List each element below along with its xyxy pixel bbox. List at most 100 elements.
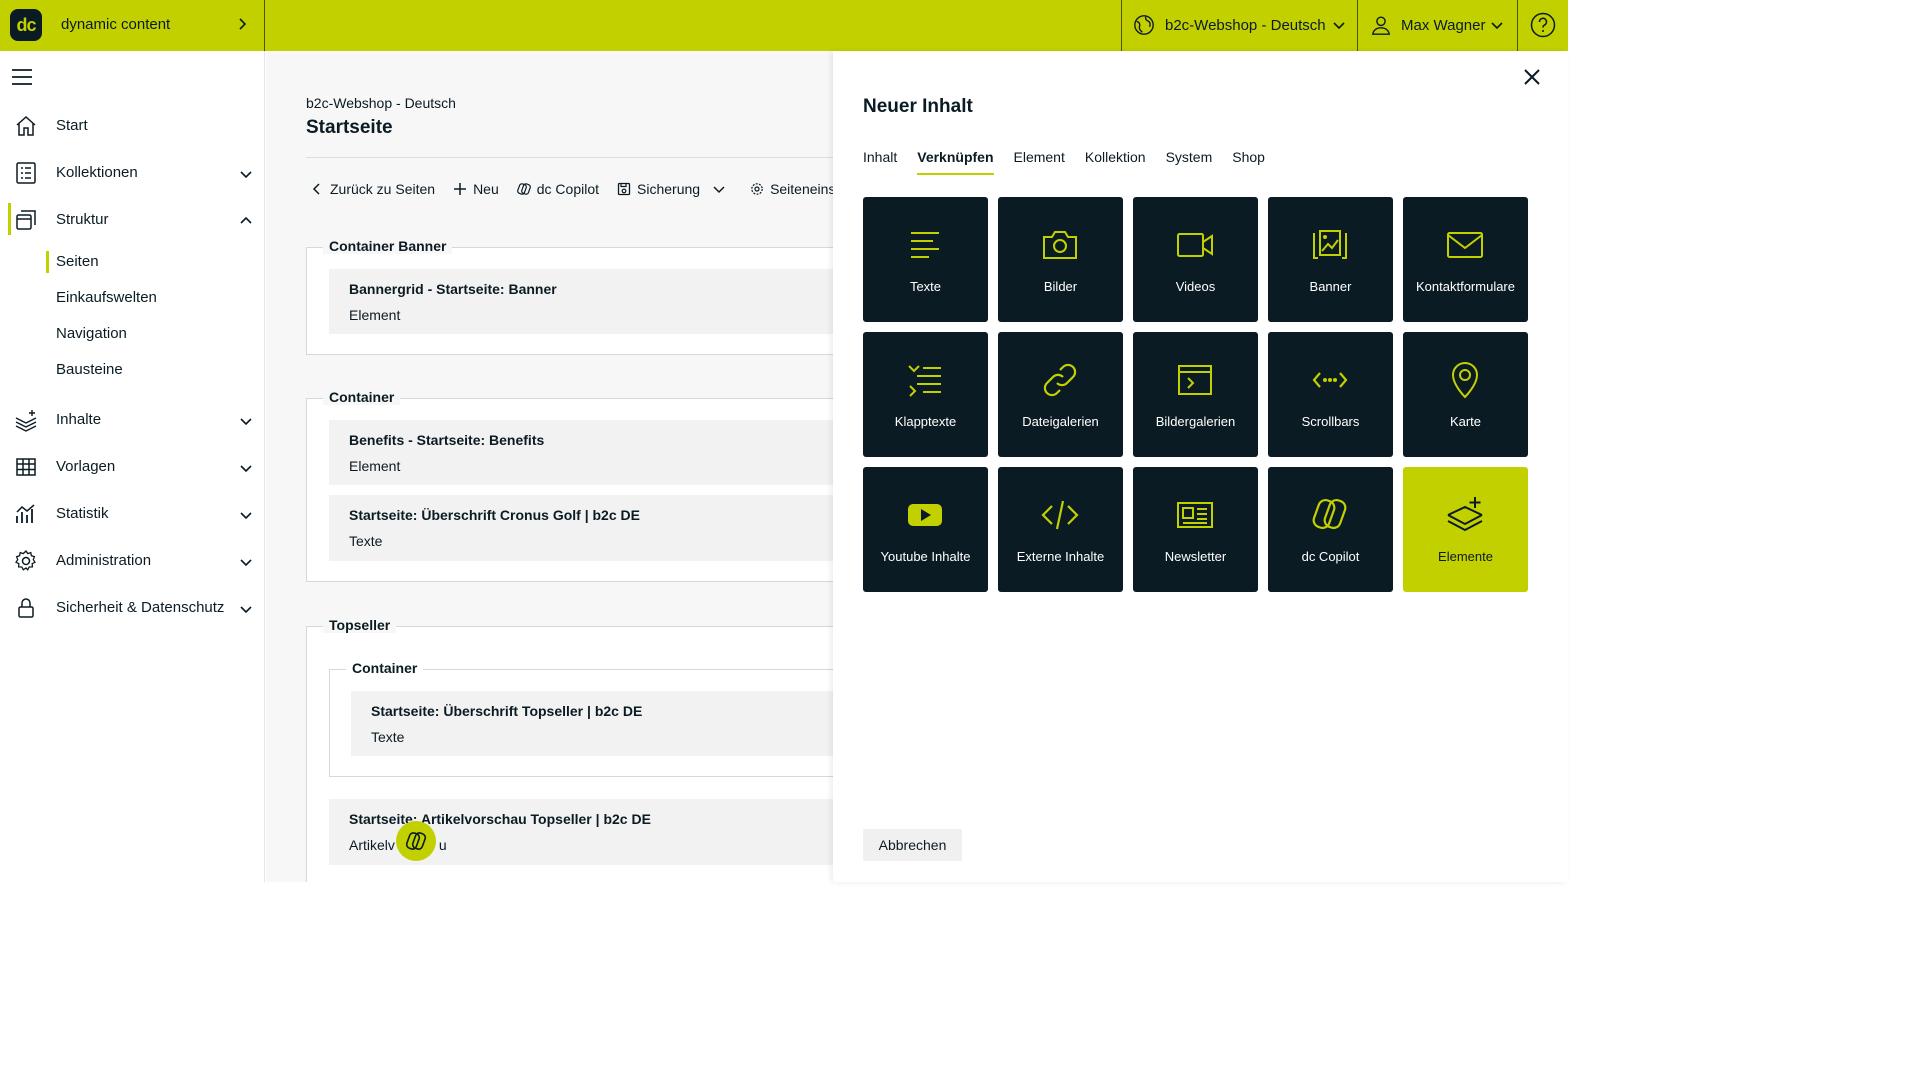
top-bar: dc dynamic content b2c-Webshop - Deutsch… [0, 0, 1568, 51]
statistics-icon [16, 504, 35, 523]
chevron-down-icon [1333, 22, 1345, 30]
tile-texte[interactable]: Texte [863, 197, 988, 322]
lock-icon [18, 598, 34, 618]
page-toolbar: Zurück zu Seiten Neu dc Copilot Sicherun… [310, 178, 833, 200]
copilot-button[interactable]: dc Copilot [516, 181, 599, 197]
tile-kontaktformulare[interactable]: Kontaktformulare [1403, 197, 1528, 322]
tab-system[interactable]: System [1166, 149, 1213, 175]
content-card[interactable]: Bannergrid - Startseite: Banner Element [329, 269, 833, 334]
new-content-panel: Neuer Inhalt Inhalt Verknüpfen Element K… [833, 51, 1568, 882]
copilot-icon [405, 832, 427, 850]
tile-bilder[interactable]: Bilder [998, 197, 1123, 322]
brand-switcher[interactable]: dc dynamic content [0, 0, 265, 51]
dc-logo: dc [10, 9, 42, 41]
backup-button[interactable]: Sicherung [617, 181, 732, 197]
code-icon [1041, 500, 1079, 530]
content-card[interactable]: Startseite: Überschrift Cronus Golf | b2… [329, 495, 833, 561]
card-type: Element [349, 307, 401, 323]
panel-tabs: Inhalt Verknüpfen Element Kollektion Sys… [863, 149, 1285, 175]
tile-dc-copilot[interactable]: dc Copilot [1268, 467, 1393, 592]
tab-element[interactable]: Element [1014, 149, 1065, 175]
sidebar-subitem-seiten[interactable]: Seiten [46, 251, 99, 273]
sidebar-subitem-bausteine[interactable]: Bausteine [56, 361, 123, 378]
sidebar-item-vorlagen[interactable]: Vorlagen [0, 446, 265, 486]
sidebar-item-label: Vorlagen [56, 458, 116, 475]
page-title: Startseite [306, 117, 393, 138]
gear-icon [15, 550, 36, 571]
tile-karte[interactable]: Karte [1403, 332, 1528, 457]
tile-label: dc Copilot [1301, 549, 1360, 564]
copilot-fab-button[interactable] [396, 821, 436, 861]
brand-name: dynamic content [61, 16, 171, 33]
tile-externe-inhalte[interactable]: Externe Inhalte [998, 467, 1123, 592]
sidebar-item-administration[interactable]: Administration [0, 540, 265, 580]
tile-bildergalerien[interactable]: Bildergalerien [1133, 332, 1258, 457]
tile-youtube-inhalte[interactable]: Youtube Inhalte [863, 467, 988, 592]
home-icon [16, 115, 36, 136]
sidebar-item-statistik[interactable]: Statistik [0, 493, 265, 533]
sidebar-item-label: Struktur [56, 211, 109, 228]
tab-verknuepfen[interactable]: Verknüpfen [917, 149, 994, 175]
back-to-pages-button[interactable]: Zurück zu Seiten [310, 181, 435, 197]
card-type-end: u [438, 837, 447, 853]
container-group: Container Benefits - Startseite: Benefit… [306, 389, 833, 582]
sidebar-subitem-navigation[interactable]: Navigation [56, 325, 127, 342]
help-button[interactable] [1520, 0, 1568, 51]
close-icon[interactable] [1523, 68, 1541, 86]
tile-label: Banner [1309, 279, 1352, 294]
group-legend: Container Banner [323, 238, 453, 254]
video-icon [1177, 233, 1213, 257]
tile-label: Elemente [1438, 549, 1493, 564]
chevron-right-icon [239, 18, 247, 30]
tab-shop[interactable]: Shop [1232, 149, 1265, 175]
settings-label: Seiteneinstell [770, 181, 833, 197]
tile-dateigalerien[interactable]: Dateigalerien [998, 332, 1123, 457]
sidebar-item-label: Start [56, 117, 88, 134]
tile-label: Bilder [1043, 279, 1078, 294]
chevron-up-icon [240, 216, 252, 224]
shop-selector[interactable]: b2c-Webshop - Deutsch [1121, 0, 1358, 51]
chevron-down-icon [240, 171, 252, 179]
new-button[interactable]: Neu [453, 181, 499, 197]
tile-videos[interactable]: Videos [1133, 197, 1258, 322]
mail-icon [1447, 232, 1483, 258]
content-card[interactable]: Startseite: Überschrift Topseller | b2c … [351, 691, 833, 756]
tile-label: Externe Inhalte [1016, 549, 1105, 564]
layers-plus-icon [1447, 497, 1483, 532]
user-menu[interactable]: Max Wagner [1358, 0, 1518, 51]
tile-newsletter[interactable]: Newsletter [1133, 467, 1258, 592]
tile-banner[interactable]: Banner [1268, 197, 1393, 322]
tile-scrollbars[interactable]: Scrollbars [1268, 332, 1393, 457]
collection-icon [16, 162, 36, 184]
cancel-button[interactable]: Abbrechen [863, 829, 962, 861]
tile-label: Youtube Inhalte [880, 549, 971, 564]
hamburger-menu-icon[interactable] [12, 68, 32, 86]
text-lines-icon [911, 232, 939, 258]
save-icon [617, 182, 631, 196]
tile-label: Kontaktformulare [1416, 279, 1515, 294]
tile-label: Bildergalerien [1155, 414, 1236, 429]
tab-kollektion[interactable]: Kollektion [1085, 149, 1146, 175]
tile-elemente[interactable]: Elemente [1403, 467, 1528, 592]
newsletter-icon [1177, 502, 1213, 528]
template-icon [16, 458, 36, 476]
sidebar-item-inhalte[interactable]: Inhalte [0, 399, 265, 439]
page-settings-button[interactable]: Seiteneinstell [750, 181, 833, 197]
banner-icon [1313, 230, 1347, 259]
group-legend: Container [323, 389, 401, 405]
sidebar-subitem-einkaufswelten[interactable]: Einkaufswelten [56, 289, 157, 306]
sidebar-item-kollektionen[interactable]: Kollektionen [0, 152, 265, 192]
sidebar-item-sicherheit[interactable]: Sicherheit & Datenschutz [0, 587, 265, 627]
tab-inhalt[interactable]: Inhalt [863, 149, 897, 175]
sidebar-item-label: Administration [56, 552, 152, 569]
user-name: Max Wagner [1401, 17, 1486, 34]
content-card[interactable]: Benefits - Startseite: Benefits Element [329, 420, 833, 485]
breadcrumb[interactable]: b2c-Webshop - Deutsch [306, 95, 456, 111]
tile-label: Newsletter [1164, 549, 1227, 564]
user-icon [1371, 16, 1391, 35]
sidebar-item-start[interactable]: Start [0, 105, 265, 145]
tile-klapptexte[interactable]: Klapptexte [863, 332, 988, 457]
sidebar: Start Kollektionen Struktur Seiten Einka… [0, 51, 265, 882]
link-icon [1043, 363, 1077, 397]
sidebar-item-struktur[interactable]: Struktur [0, 199, 265, 239]
